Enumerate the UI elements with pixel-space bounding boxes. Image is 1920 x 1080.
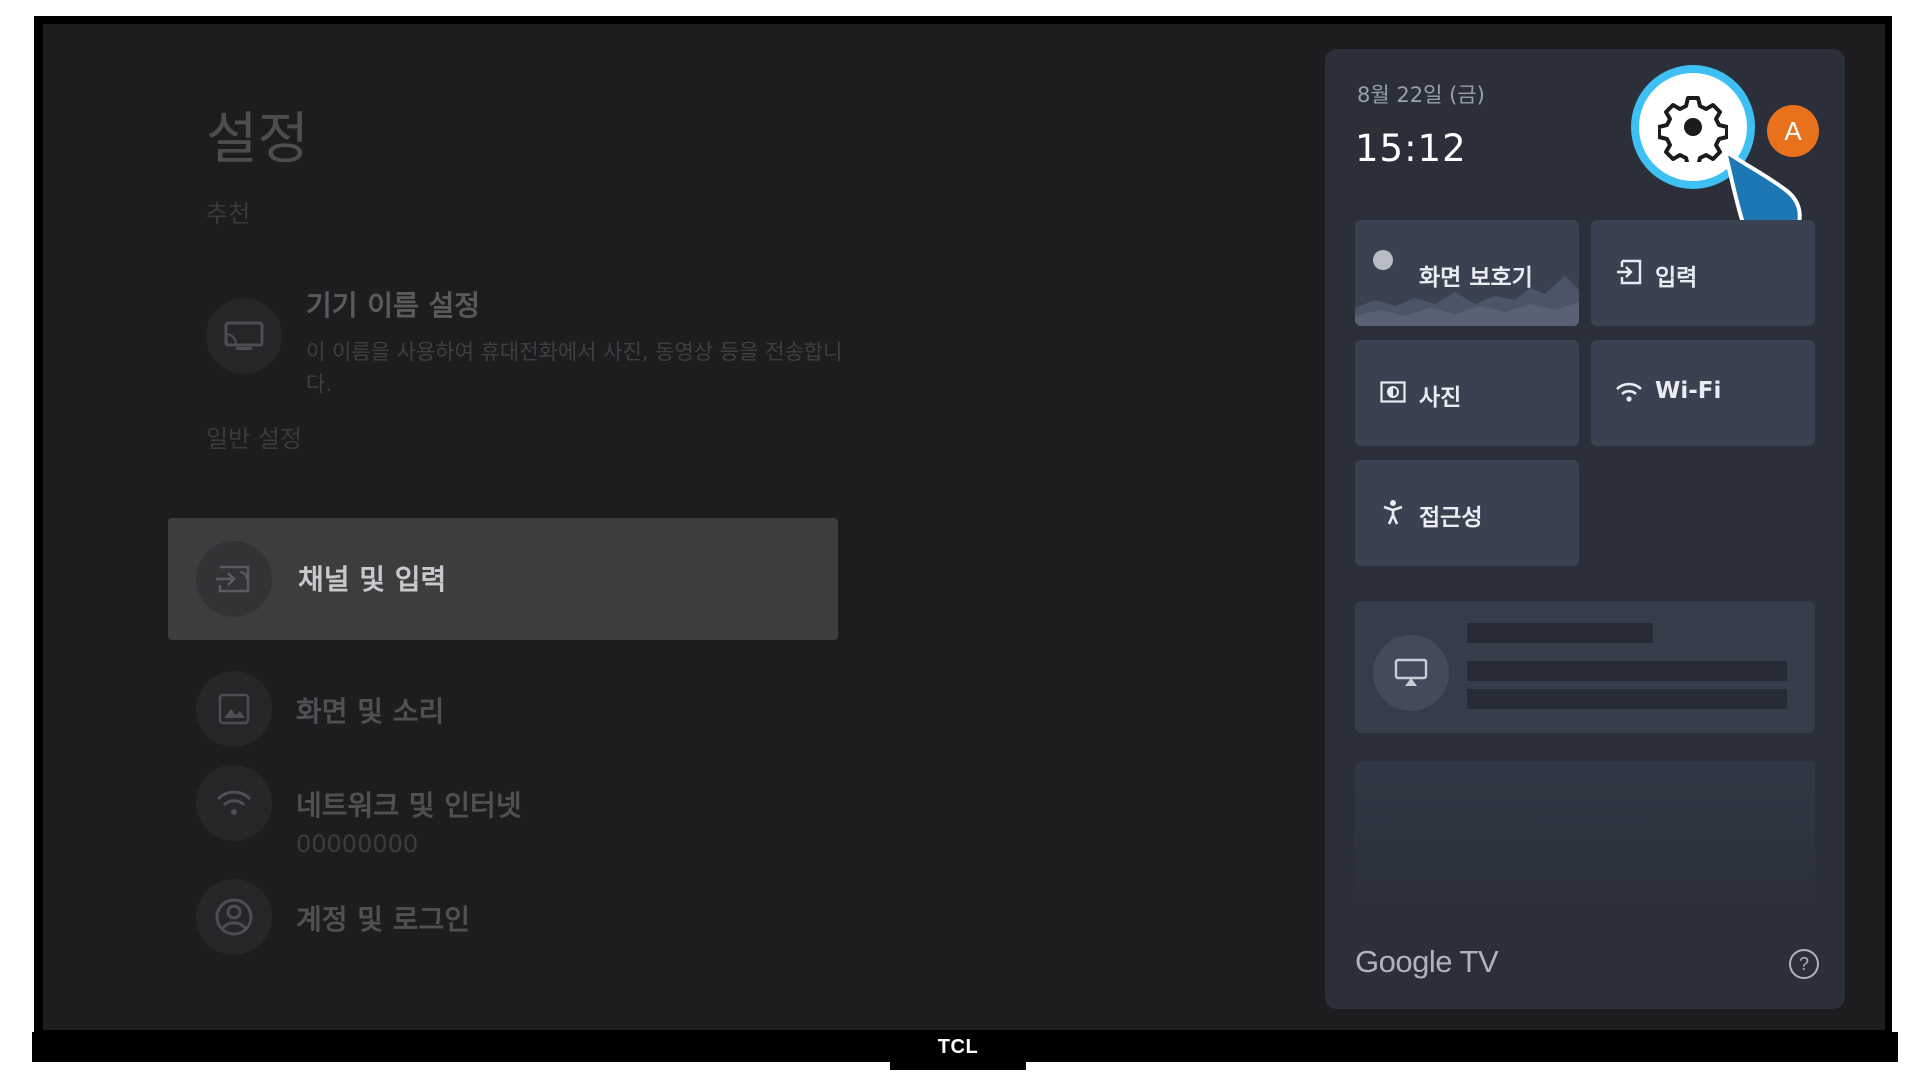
placeholder-line bbox=[1467, 689, 1787, 709]
account-icon bbox=[196, 879, 272, 955]
tile-input[interactable]: 입력 bbox=[1591, 220, 1815, 326]
menu-label: 계정 및 로그인 bbox=[296, 903, 471, 936]
menu-channels-inputs[interactable]: 채널 및 입력 bbox=[168, 518, 838, 640]
clock-text: 15:12 bbox=[1355, 127, 1467, 170]
tile-label: 접근성 bbox=[1419, 505, 1483, 531]
tile-accessibility[interactable]: 접근성 bbox=[1355, 460, 1579, 566]
device-name-title: 기기 이름 설정 bbox=[306, 289, 481, 322]
date-text: 8월 22일 (금) bbox=[1357, 83, 1485, 107]
avatar[interactable]: A bbox=[1767, 105, 1819, 157]
menu-account-login[interactable]: 계정 및 로그인 bbox=[196, 872, 836, 962]
tile-label: Wi-Fi bbox=[1655, 378, 1722, 404]
placeholder-line bbox=[1467, 623, 1653, 643]
wifi-icon bbox=[1615, 378, 1643, 406]
menu-label: 화면 및 소리 bbox=[296, 695, 445, 728]
device-name-item[interactable]: 기기 이름 설정 이 이름을 사용하여 휴대전화에서 사진, 동영상 등을 전송… bbox=[206, 284, 846, 424]
picture-icon bbox=[196, 671, 272, 747]
cast-screen-icon bbox=[206, 298, 282, 374]
accessibility-icon bbox=[1379, 498, 1407, 526]
tile-screensaver[interactable]: 화면 보호기 bbox=[1355, 220, 1579, 326]
tv-stand bbox=[890, 1058, 1026, 1070]
help-icon[interactable]: ? bbox=[1789, 949, 1819, 979]
moon-icon bbox=[1373, 250, 1393, 270]
empty-card bbox=[1355, 761, 1815, 901]
settings-title: 설정 bbox=[206, 107, 310, 172]
google-tv-logo: Google TV bbox=[1355, 944, 1499, 979]
wifi-icon bbox=[196, 765, 272, 841]
input-icon bbox=[196, 541, 272, 617]
quick-settings-panel: 8월 22일 (금) 15:12 A 화면 보호기 입력 사진 Wi-Fi 접근… bbox=[1325, 49, 1845, 1009]
device-name-description: 이 이름을 사용하여 휴대전화에서 사진, 동영상 등을 전송합니다. bbox=[306, 340, 843, 396]
menu-display-sound[interactable]: 화면 및 소리 bbox=[196, 664, 836, 754]
tile-label: 사진 bbox=[1419, 385, 1462, 411]
input-icon bbox=[1615, 258, 1643, 286]
menu-network-internet[interactable]: 네트워크 및 인터넷 00000000 bbox=[196, 758, 836, 858]
tile-wifi[interactable]: Wi-Fi bbox=[1591, 340, 1815, 446]
section-recommended: 추천 bbox=[206, 200, 251, 228]
airplay-icon bbox=[1373, 635, 1449, 711]
picture-mode-icon bbox=[1379, 378, 1407, 406]
menu-label: 채널 및 입력 bbox=[298, 563, 447, 596]
brand-logo: TCL bbox=[937, 1036, 979, 1058]
menu-label: 네트워크 및 인터넷 bbox=[296, 789, 522, 822]
casting-card[interactable] bbox=[1355, 601, 1815, 733]
tile-label: 화면 보호기 bbox=[1419, 265, 1533, 291]
tv-screen: 설정 추천 기기 이름 설정 이 이름을 사용하여 휴대전화에서 사진, 동영상… bbox=[43, 24, 1885, 1030]
placeholder-line bbox=[1467, 661, 1787, 681]
network-name: 00000000 bbox=[296, 830, 419, 858]
tile-photo[interactable]: 사진 bbox=[1355, 340, 1579, 446]
tile-label: 입력 bbox=[1655, 265, 1698, 291]
section-general: 일반 설정 bbox=[206, 425, 302, 453]
